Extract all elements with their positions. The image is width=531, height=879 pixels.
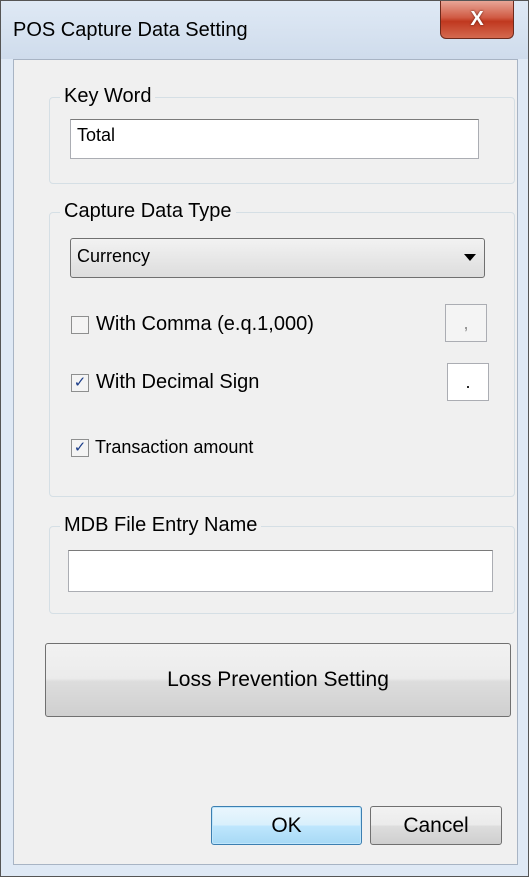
with-decimal-checkbox[interactable]: ✓ <box>71 373 89 392</box>
capture-data-type-groupbox: Capture Data Type Currency With Comma (e… <box>49 200 515 497</box>
loss-prevention-setting-button[interactable]: Loss Prevention Setting <box>45 643 511 717</box>
keyword-input[interactable]: Total <box>70 119 479 159</box>
ok-button[interactable]: OK <box>211 806 362 845</box>
decimal-separator-input[interactable]: . <box>447 363 489 401</box>
checkmark-icon: ✓ <box>73 439 87 456</box>
loss-prevention-label: Loss Prevention Setting <box>167 668 389 691</box>
capture-type-dropdown[interactable]: Currency <box>70 238 485 278</box>
with-comma-option[interactable]: With Comma (e.q.1,000) <box>71 313 314 336</box>
with-decimal-option[interactable]: ✓ With Decimal Sign <box>71 371 259 394</box>
transaction-amount-label: Transaction amount <box>95 437 254 457</box>
window-title: POS Capture Data Setting <box>13 19 248 41</box>
capture-data-type-title: Capture Data Type <box>60 200 236 223</box>
keyword-groupbox: Key Word Total <box>49 85 515 184</box>
mdb-entry-input[interactable] <box>68 550 493 592</box>
close-icon: X <box>470 8 484 30</box>
capture-type-selected: Currency <box>77 246 151 266</box>
with-comma-checkbox[interactable] <box>71 315 89 334</box>
mdb-entry-title: MDB File Entry Name <box>60 514 262 537</box>
with-comma-label: With Comma (e.q.1,000) <box>96 313 314 335</box>
dialog-window: POS Capture Data Setting X Key Word Tota… <box>0 0 529 877</box>
transaction-amount-checkbox[interactable]: ✓ <box>71 438 89 457</box>
comma-separator-input[interactable]: , <box>445 304 487 342</box>
mdb-entry-groupbox: MDB File Entry Name <box>49 514 515 614</box>
title-bar[interactable]: POS Capture Data Setting X <box>1 1 528 59</box>
close-button[interactable]: X <box>440 1 514 39</box>
ok-label: OK <box>271 813 302 837</box>
with-decimal-label: With Decimal Sign <box>96 371 260 393</box>
keyword-group-title: Key Word <box>60 85 156 108</box>
cancel-label: Cancel <box>403 813 469 837</box>
cancel-button[interactable]: Cancel <box>370 806 502 845</box>
chevron-down-icon <box>464 254 476 261</box>
checkmark-icon: ✓ <box>73 374 87 391</box>
transaction-amount-option[interactable]: ✓ Transaction amount <box>71 437 253 458</box>
dialog-client-area: Key Word Total Capture Data Type Currenc… <box>13 59 518 865</box>
